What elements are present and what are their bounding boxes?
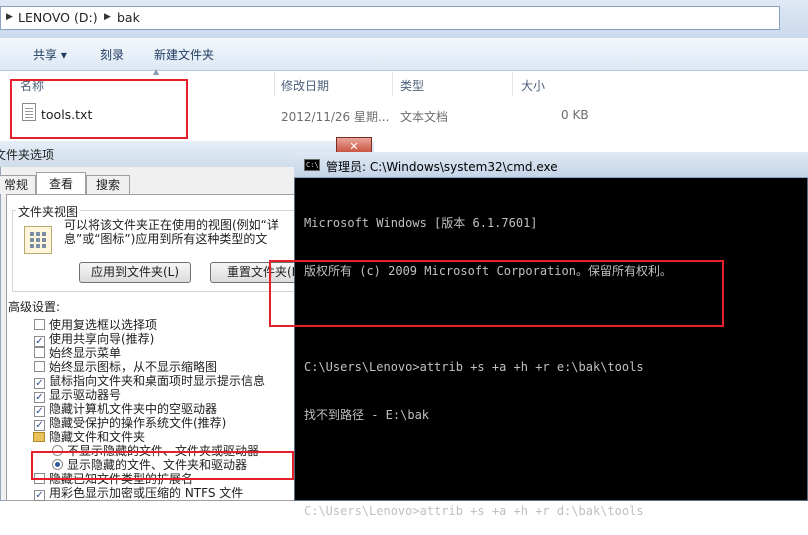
- folder-views-description-line1: 可以将该文件夹正在使用的视图(例如“详: [64, 218, 279, 232]
- highlight-box-command: [269, 260, 724, 327]
- cmd-line: Microsoft Windows [版本 6.1.7601]: [304, 216, 538, 230]
- setting-label: 用彩色显示加密或压缩的 NTFS 文件: [49, 486, 244, 500]
- highlight-box-file: [10, 79, 188, 139]
- new-folder-button[interactable]: 新建文件夹: [154, 46, 214, 63]
- checkbox-checked-icon[interactable]: ✓: [34, 490, 45, 501]
- breadcrumb-arrow-icon[interactable]: ▶: [104, 12, 111, 22]
- setting-group-label: 隐藏文件和文件夹: [49, 430, 146, 444]
- setting-group-row: 隐藏文件和文件夹: [33, 430, 145, 444]
- setting-checkbox-row[interactable]: 始终显示菜单: [34, 346, 121, 360]
- setting-checkbox-row[interactable]: ✓ 隐藏计算机文件夹中的空驱动器: [34, 402, 218, 417]
- setting-label: 使用共享向导(推荐): [49, 332, 155, 346]
- cmd-icon: C:\: [304, 159, 320, 171]
- cmd-line: 找不到路径 - E:\bak: [304, 408, 430, 422]
- column-header-type[interactable]: 类型: [400, 77, 424, 94]
- file-type: 文本文档: [400, 110, 449, 124]
- checkbox-unchecked-icon[interactable]: [34, 347, 45, 358]
- column-divider[interactable]: [274, 72, 275, 96]
- dialog-title: 文件夹选项: [0, 148, 55, 162]
- checkbox-unchecked-icon[interactable]: [34, 319, 45, 330]
- sort-chevron-icon: ▲: [153, 67, 160, 76]
- setting-label: 始终显示菜单: [49, 346, 122, 360]
- setting-label: 使用复选框以选择项: [49, 318, 158, 332]
- setting-label: 显示驱动器号: [49, 388, 122, 402]
- setting-checkbox-row[interactable]: ✓ 显示驱动器号: [34, 388, 122, 403]
- highlight-box-show-hidden: [31, 451, 294, 480]
- setting-label: 鼠标指向文件夹和桌面项时显示提示信息: [49, 374, 266, 388]
- cmd-line: [304, 455, 804, 471]
- setting-checkbox-row[interactable]: ✓ 用彩色显示加密或压缩的 NTFS 文件: [34, 486, 244, 501]
- folder-views-icon: [24, 226, 52, 254]
- cmd-output[interactable]: Microsoft Windows [版本 6.1.7601] 版权所有 (c)…: [304, 183, 804, 535]
- tab-view[interactable]: 查看: [36, 172, 86, 195]
- breadcrumb-drive[interactable]: LENOVO (D:): [18, 10, 98, 25]
- advanced-settings-title: 高级设置:: [8, 300, 61, 314]
- column-header-size[interactable]: 大小: [521, 77, 545, 94]
- setting-label: 隐藏计算机文件夹中的空驱动器: [49, 402, 218, 416]
- cmd-line: C:\Users\Lenovo>attrib +s +a +h +r e:\ba…: [304, 360, 644, 374]
- checkbox-unchecked-icon[interactable]: [34, 361, 45, 372]
- breadcrumb-arrow-icon[interactable]: ▶: [6, 12, 13, 22]
- column-divider[interactable]: [512, 72, 513, 96]
- burn-button[interactable]: 刻录: [100, 46, 124, 63]
- folder-icon: [33, 432, 45, 442]
- tab-search[interactable]: 搜索: [86, 175, 130, 194]
- setting-label: 始终显示图标，从不显示缩略图: [49, 360, 218, 374]
- tab-general[interactable]: 常规: [0, 175, 36, 194]
- file-modified: 2012/11/26 星期...: [281, 110, 390, 124]
- apply-to-folders-button[interactable]: 应用到文件夹(L): [79, 262, 191, 283]
- cmd-title: 管理员: C:\Windows\system32\cmd.exe: [326, 160, 558, 174]
- share-button[interactable]: 共享 ▾: [33, 46, 67, 63]
- setting-checkbox-row[interactable]: 使用复选框以选择项: [34, 318, 157, 332]
- cmd-current-command[interactable]: C:\Users\Lenovo>attrib +s +a +h +r d:\ba…: [304, 503, 804, 519]
- breadcrumb-folder[interactable]: bak: [117, 10, 140, 25]
- setting-checkbox-row[interactable]: ✓ 隐藏受保护的操作系统文件(推荐): [34, 416, 227, 431]
- folder-views-description-line2: 息”或“图标”)应用到所有这种类型的文: [64, 232, 268, 246]
- setting-label: 隐藏受保护的操作系统文件(推荐): [49, 416, 227, 430]
- column-header-modified[interactable]: 修改日期: [281, 77, 329, 94]
- setting-checkbox-row[interactable]: ✓ 鼠标指向文件夹和桌面项时显示提示信息: [34, 374, 266, 389]
- setting-checkbox-row[interactable]: ✓ 使用共享向导(推荐): [34, 332, 155, 347]
- column-divider[interactable]: [392, 72, 393, 96]
- setting-checkbox-row[interactable]: 始终显示图标，从不显示缩略图: [34, 360, 217, 374]
- file-size: 0 KB: [561, 108, 589, 122]
